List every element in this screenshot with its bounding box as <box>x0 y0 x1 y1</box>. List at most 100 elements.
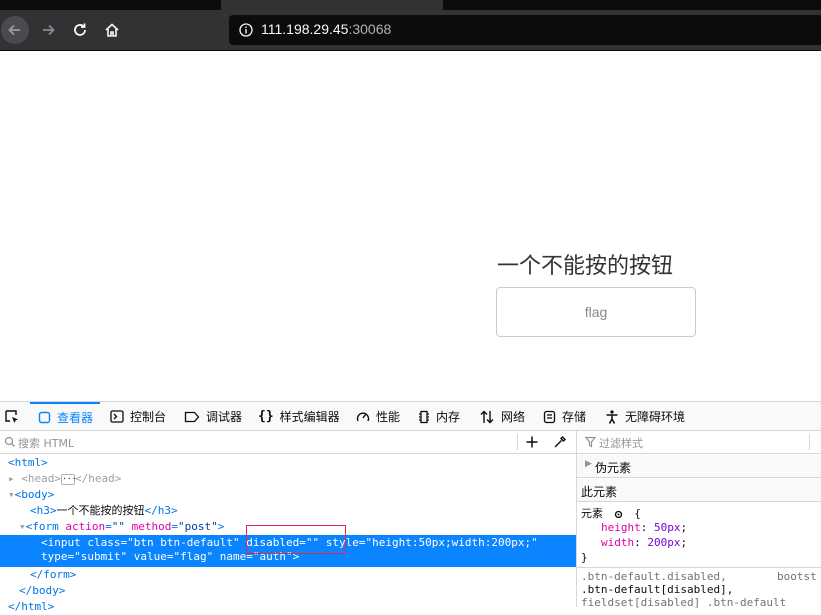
element-rule: 元素 { height: 50px; width: 200px; } <box>581 505 821 565</box>
tab-inspector[interactable]: 查看器 <box>30 402 100 431</box>
filter-styles-bar[interactable]: 过滤样式 <box>577 431 821 454</box>
info-icon <box>239 23 253 37</box>
url-port: :30068 <box>348 21 392 37</box>
performance-icon <box>356 410 370 424</box>
tag-form-end: > <box>217 520 225 533</box>
divider <box>577 567 821 568</box>
tree-node-form[interactable]: ▾<form action="" method="post"> <box>19 519 224 535</box>
search-icon <box>4 436 15 447</box>
eyedropper-icon[interactable] <box>553 435 567 449</box>
pick-element-button[interactable] <box>4 402 20 431</box>
divider <box>517 434 518 450</box>
rule-selector: .btn-default.disabled, <box>581 570 727 583</box>
flag-button[interactable]: flag <box>496 287 696 337</box>
filter-icon <box>585 436 596 448</box>
tab-label: 样式编辑器 <box>279 410 340 424</box>
form-val-action: "" <box>111 520 125 533</box>
tab-style-editor[interactable]: {} 样式编辑器 <box>258 402 340 431</box>
expand-arrow-icon[interactable]: ▸ <box>8 472 15 485</box>
arrow-left-icon <box>8 24 20 36</box>
rule-selector: .btn-default[disabled], <box>581 583 734 596</box>
forward-button[interactable] <box>34 16 62 44</box>
tree-node-html-close[interactable]: </html> <box>8 599 54 615</box>
style-editor-icon: {} <box>258 409 274 424</box>
url-host: 111.198.29.45 <box>261 21 349 37</box>
tab-network[interactable]: 网络 <box>479 402 525 431</box>
tab-label: 控制台 <box>130 410 167 424</box>
navigation-toolbar: 111.198.29.45:30068 <box>0 10 821 51</box>
search-html-placeholder: 搜索 HTML <box>18 437 75 450</box>
form-val-method: "post" <box>178 520 218 533</box>
devtools-toolbar: 查看器 控制台 调试器 {} 样式编辑器 性能 内存 网络 存储 无障碍环境 <box>0 401 821 431</box>
btn-default-rule: .btn-default.disabled, bootst .btn-defaul… <box>581 570 821 609</box>
tab-label: 调试器 <box>206 410 243 424</box>
collapse-arrow-icon[interactable]: ▾ <box>19 520 26 533</box>
tab-label: 内存 <box>436 410 461 424</box>
inspector-icon <box>38 411 51 424</box>
prop-name: height <box>601 521 641 534</box>
tree-node-html[interactable]: <html> <box>8 455 48 471</box>
url-bar[interactable]: 111.198.29.45:30068 <box>229 15 821 45</box>
tag-form: <form <box>25 520 59 533</box>
tab-console[interactable]: 控制台 <box>110 402 166 431</box>
tag-html-open: <html> <box>8 456 48 469</box>
form-attr-method: method <box>131 520 172 533</box>
style-declaration[interactable]: height: 50px; <box>581 521 821 536</box>
rules-panel: 过滤样式 ▶ 伪元素 此元素 元素 { height: 50px; width:… <box>577 431 821 609</box>
memory-icon <box>418 410 430 424</box>
tree-node-body-close[interactable]: </body> <box>19 583 65 599</box>
arrow-right-icon <box>43 24 55 36</box>
tab-strip <box>0 0 821 10</box>
tab-storage[interactable]: 存储 <box>543 402 586 431</box>
prop-value: 50px <box>654 521 681 534</box>
filter-styles-placeholder: 过滤样式 <box>599 437 643 450</box>
tab-label: 无障碍环境 <box>625 410 686 424</box>
tree-node-h3[interactable]: <h3>一个不能按的按钮</h3> <box>30 503 178 519</box>
console-icon <box>110 410 124 423</box>
this-element-label: 此元素 <box>581 485 618 499</box>
tag-head-close: </head> <box>75 472 122 485</box>
rule-source-link[interactable]: bootst <box>777 570 817 583</box>
debugger-icon <box>184 411 200 423</box>
tag-h3-close: </h3> <box>144 504 178 517</box>
markup-panel: 搜索 HTML <html> ▸ <head>···</head> ▾<body… <box>0 431 577 613</box>
divider <box>809 434 810 450</box>
tab-debugger[interactable]: 调试器 <box>184 402 242 431</box>
element-picker-icon <box>5 409 18 423</box>
tab-label: 查看器 <box>57 411 94 425</box>
back-button[interactable] <box>1 16 29 44</box>
tree-node-head[interactable]: ▸ <head>···</head> <box>8 471 121 487</box>
tab-label: 存储 <box>562 410 587 424</box>
brace-open: { <box>634 507 641 520</box>
tab-performance[interactable]: 性能 <box>356 402 400 431</box>
search-html-bar[interactable]: 搜索 HTML <box>0 431 576 454</box>
add-node-icon[interactable] <box>525 435 539 449</box>
style-declaration[interactable]: width: 200px; <box>581 536 821 551</box>
tag-body-close: </body> <box>19 584 66 597</box>
home-button[interactable] <box>98 16 126 44</box>
url-text: 111.198.29.45:30068 <box>261 21 391 37</box>
brace-close: } <box>581 551 588 564</box>
home-icon <box>105 23 119 37</box>
reload-button[interactable] <box>66 16 94 44</box>
pseudo-elements-header[interactable]: ▶ 伪元素 <box>577 455 821 478</box>
tab-label: 网络 <box>501 410 526 424</box>
tree-node-form-close[interactable]: </form> <box>30 567 76 583</box>
highlight-box <box>246 525 346 554</box>
active-tab[interactable] <box>221 0 443 10</box>
pseudo-elements-label: 伪元素 <box>595 461 632 475</box>
tab-accessibility[interactable]: 无障碍环境 <box>605 402 685 431</box>
this-element-header: 此元素 <box>577 479 821 502</box>
network-icon <box>479 410 495 424</box>
storage-icon <box>543 410 556 424</box>
collapse-arrow-icon[interactable]: ▾ <box>8 488 15 501</box>
tab-memory[interactable]: 内存 <box>418 402 460 431</box>
ellipsis-icon[interactable]: ··· <box>61 473 76 485</box>
tree-node-body[interactable]: ▾<body> <box>8 487 54 503</box>
prop-name: width <box>601 536 635 549</box>
tag-form-close: </form> <box>30 568 77 581</box>
prop-value: 200px <box>647 536 681 549</box>
expand-arrow-icon: ▶ <box>585 459 592 469</box>
element-rule-label: 元素 <box>581 507 603 520</box>
gear-icon[interactable] <box>613 509 624 520</box>
